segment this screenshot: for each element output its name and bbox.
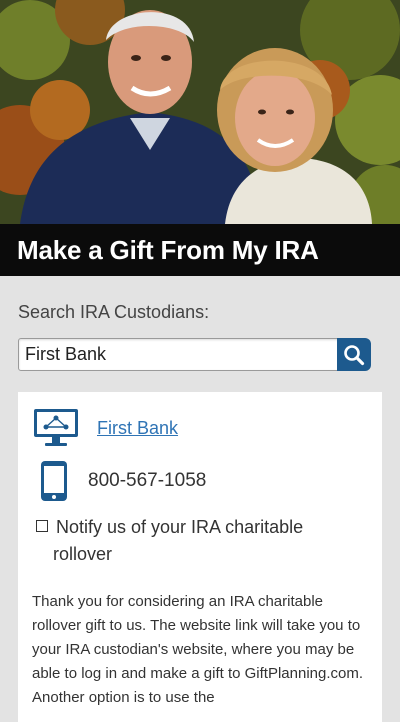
custodian-website-link[interactable]: First Bank: [97, 418, 178, 439]
custodian-website-row: First Bank: [33, 408, 178, 448]
computer-network-icon: [34, 409, 78, 446]
search-icon: [344, 344, 365, 365]
notify-label-line1: Notify us of your IRA charitable: [56, 517, 304, 537]
search-input[interactable]: [18, 338, 344, 371]
search-button[interactable]: [337, 338, 371, 371]
hero-photo-illustration: [0, 0, 400, 224]
notify-checkbox[interactable]: [36, 520, 48, 532]
rollover-description: Thank you for considering an IRA charita…: [32, 593, 364, 706]
page-title-bar: Make a Gift From My IRA: [0, 224, 400, 276]
notify-label-line2: rollover: [53, 544, 113, 564]
custodian-phone-row: 800-567-1058: [40, 460, 206, 502]
search-label: Search IRA Custodians:: [18, 302, 210, 322]
notify-rollover-option: Notify us of your IRA charitable rollove…: [36, 514, 336, 568]
mobile-phone-icon: [41, 461, 67, 501]
hero-photo: [0, 0, 400, 224]
custodian-phone-number: 800-567-1058: [88, 470, 207, 491]
custodian-result-card: First Bank 800-567-1058 Notify us of you…: [18, 392, 382, 722]
page-title: Make a Gift From My IRA: [17, 234, 319, 265]
